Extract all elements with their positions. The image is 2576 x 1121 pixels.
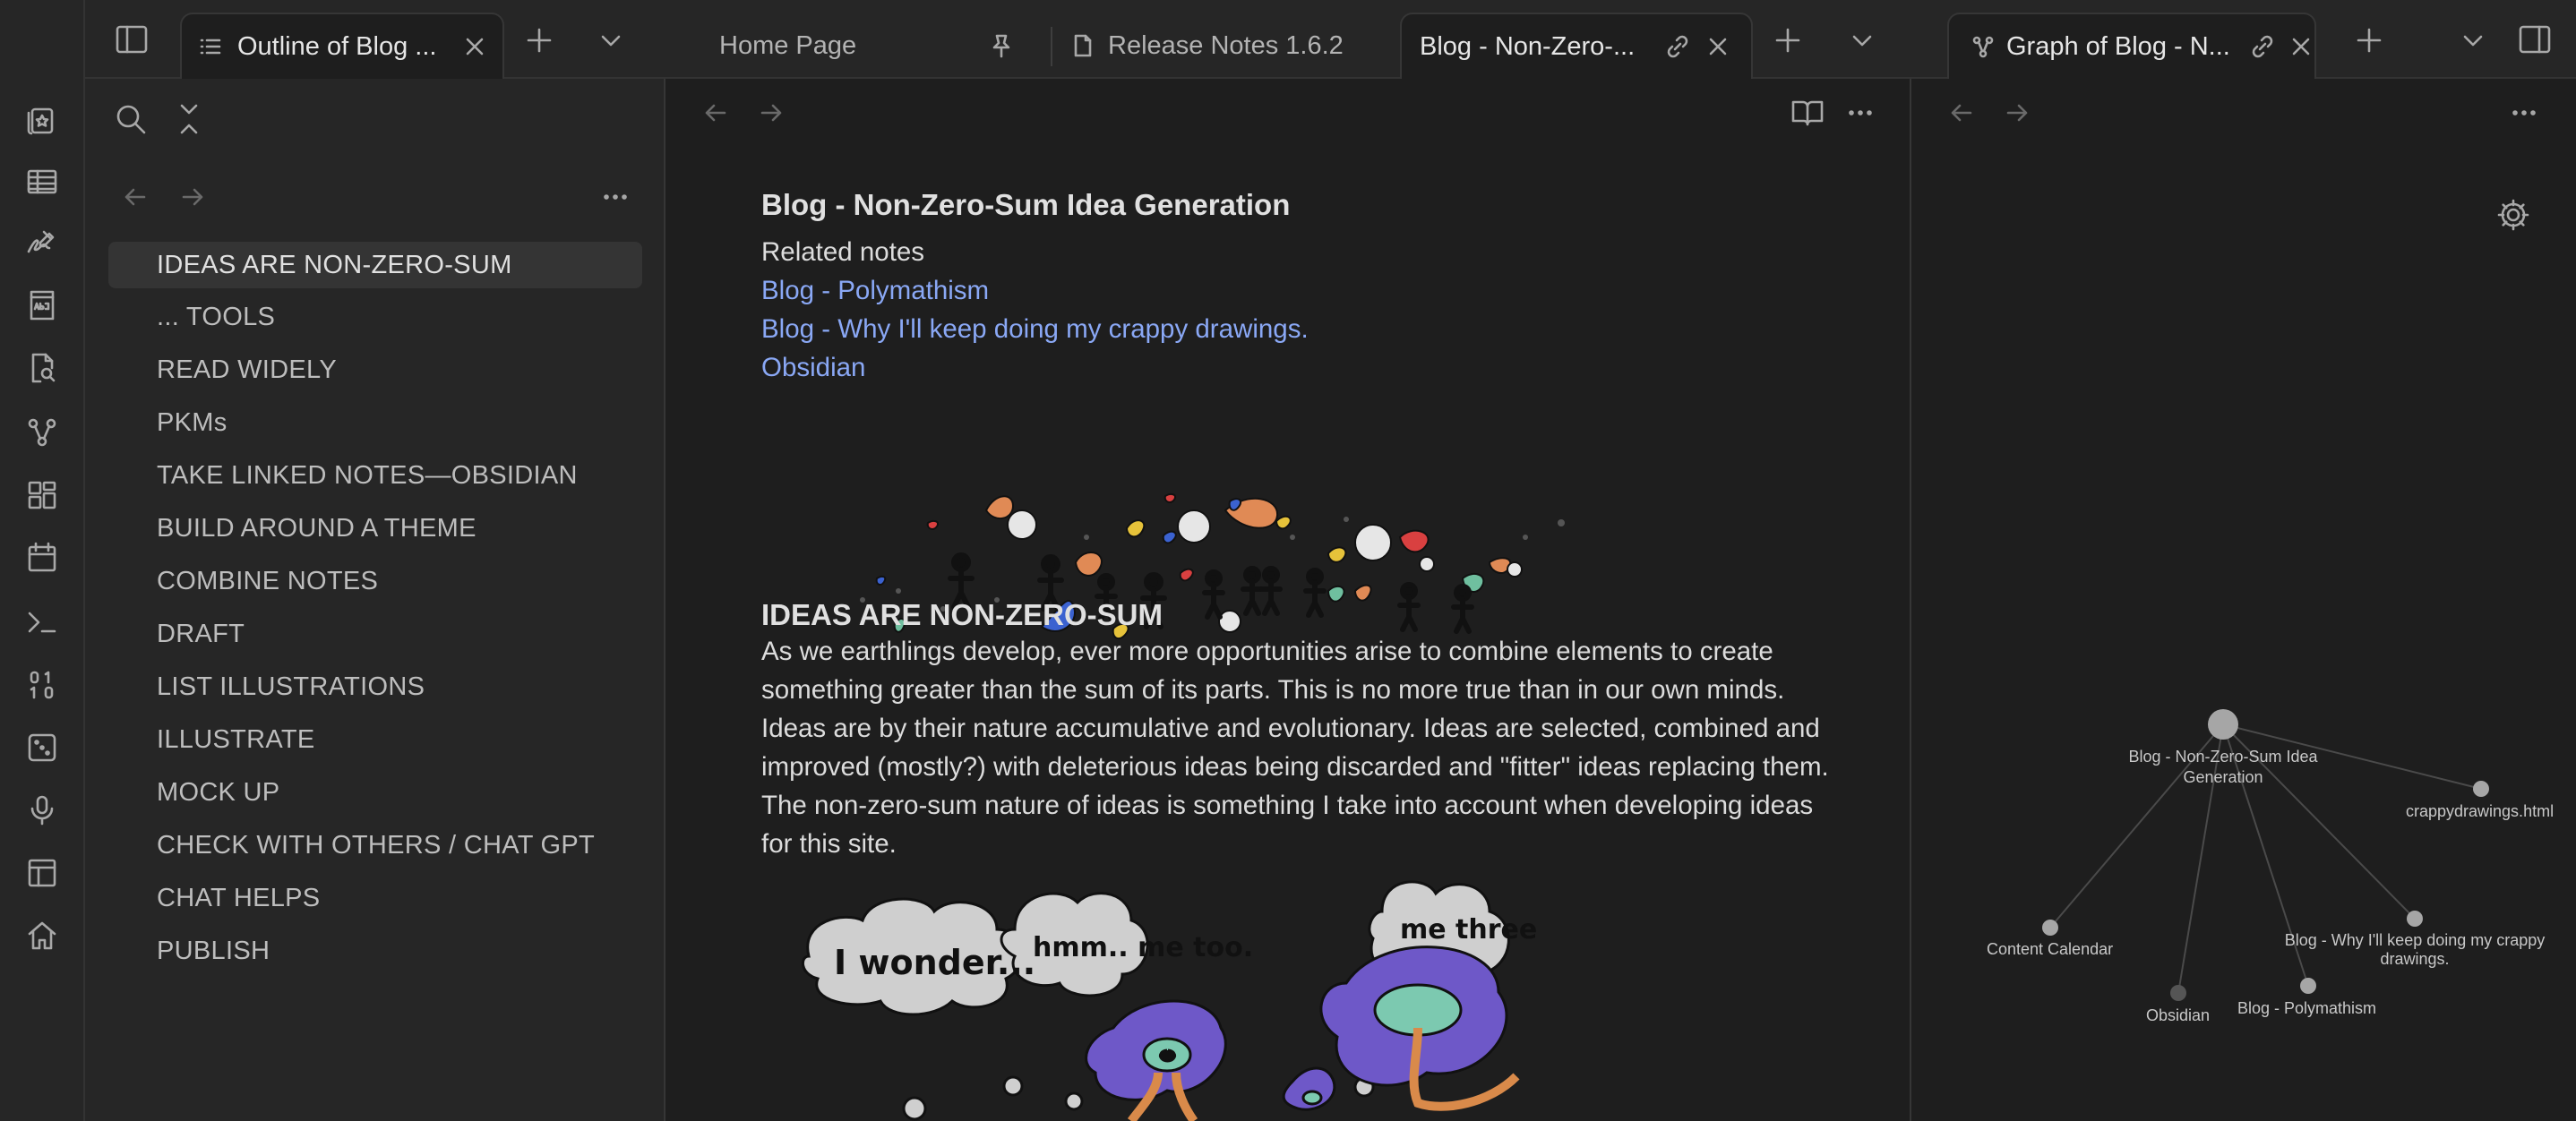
list-icon (198, 34, 223, 59)
cards-icon[interactable] (21, 100, 63, 141)
tab-blog-non-zero[interactable]: Blog - Non-Zero-... (1400, 13, 1753, 79)
more-options-icon[interactable] (1846, 98, 1875, 127)
terminal-icon[interactable] (21, 602, 63, 643)
outline-item[interactable]: CHAT HELPS (157, 884, 320, 913)
table-icon[interactable] (21, 161, 63, 202)
graph-icon[interactable] (21, 412, 63, 453)
link-icon[interactable] (2248, 32, 2277, 61)
related-link-polymathism[interactable]: Blog - Polymathism (761, 276, 989, 306)
bubble-text-3: me three (1400, 914, 1537, 946)
right-sidebar-toggle-icon[interactable] (2515, 20, 2555, 59)
outline-item[interactable]: CHECK WITH OTHERS / CHAT GPT (157, 831, 595, 860)
tab-divider (1051, 27, 1052, 66)
layout-icon[interactable] (21, 852, 63, 894)
link-icon[interactable] (1663, 32, 1692, 61)
outline-item[interactable]: MOCK UP (157, 778, 279, 808)
outline-item[interactable]: LIST ILLUSTRATIONS (157, 672, 425, 702)
close-icon[interactable] (1704, 33, 1731, 60)
brains-illustration: I wonder... hmm.. me too. me three (791, 876, 1758, 1121)
tab-graph[interactable]: Graph of Blog - N... (1947, 13, 2316, 79)
outline-item[interactable]: TAKE LINKED NOTES—OBSIDIAN (157, 461, 578, 491)
new-tab-icon[interactable] (524, 25, 554, 56)
tab-label: Graph of Blog - N... (2006, 31, 2230, 61)
outline-item[interactable]: PUBLISH (157, 937, 270, 966)
outline-item[interactable]: COMBINE NOTES (157, 567, 378, 596)
related-notes-label: Related notes (761, 237, 925, 267)
outline-item[interactable]: PKMs (157, 408, 228, 438)
forward-arrow-icon[interactable] (178, 183, 207, 211)
ribbon (0, 0, 85, 1121)
graph-node-current[interactable] (2208, 709, 2238, 740)
outline-item[interactable]: DRAFT (157, 620, 245, 649)
outline-item[interactable]: BUILD AROUND A THEME (157, 514, 477, 543)
file-search-icon[interactable] (21, 347, 63, 389)
outline-pane: IDEAS ARE NON-ZERO-SUM ... TOOLS READ WI… (85, 79, 665, 1121)
outline-item[interactable]: READ WIDELY (157, 355, 337, 385)
signature-icon[interactable] (21, 222, 63, 263)
binary-icon[interactable] (21, 664, 63, 706)
graph-node-why-drawings[interactable] (2407, 911, 2423, 927)
microphone-icon[interactable] (21, 790, 63, 831)
chevron-down-icon[interactable] (597, 27, 624, 54)
note-title: Blog - Non-Zero-Sum Idea Generation (761, 188, 1291, 221)
reading-view-icon[interactable] (1790, 97, 1825, 129)
bubble-text-1: I wonder... (834, 943, 1035, 982)
tab-label: Blog - Non-Zero-... (1420, 31, 1636, 61)
forward-arrow-icon[interactable] (757, 98, 786, 127)
dictionary-icon[interactable] (21, 285, 63, 326)
file-icon (1070, 33, 1095, 58)
graph-icon (1971, 34, 1996, 59)
graph-label-polymathism: Blog - Polymathism (2237, 999, 2377, 1017)
chevron-down-icon[interactable] (2460, 27, 2486, 54)
graph-node-polymathism[interactable] (2300, 978, 2316, 994)
graph-node-content-calendar[interactable] (2042, 920, 2058, 936)
calendar-icon[interactable] (21, 537, 63, 578)
dashboard-icon[interactable] (21, 475, 63, 516)
section-paragraph: As we earthlings develop, ever more oppo… (761, 637, 1829, 859)
collapse-all-icon[interactable] (175, 100, 203, 138)
tab-release-notes[interactable]: Release Notes 1.6.2 (1070, 13, 1420, 79)
back-arrow-icon[interactable] (701, 98, 730, 127)
chevron-down-icon[interactable] (1849, 27, 1876, 54)
left-tab-bar: Outline of Blog ... (85, 0, 665, 79)
graph-label-why-drawings: Blog - Why I'll keep doing my crappy dra… (2284, 931, 2546, 968)
right-tab-bar: Graph of Blog - N... (1911, 0, 2576, 79)
graph-node-crappydrawings[interactable] (2473, 781, 2489, 797)
note-pane: Blog - Non-Zero-Sum Idea Generation Rela… (665, 79, 1911, 1121)
more-options-icon[interactable] (601, 183, 630, 211)
outline-item[interactable]: ILLUSTRATE (157, 725, 315, 755)
graph-node-obsidian[interactable] (2170, 985, 2186, 1001)
graph-label-content-calendar: Content Calendar (1987, 940, 2114, 958)
outline-item[interactable]: ... TOOLS (157, 303, 275, 332)
tab-outline[interactable]: Outline of Blog ... (180, 13, 504, 79)
related-link-obsidian[interactable]: Obsidian (761, 353, 865, 383)
back-arrow-icon[interactable] (121, 183, 150, 211)
sidebar-toggle-icon[interactable] (112, 20, 151, 59)
search-icon[interactable] (112, 100, 150, 138)
graph-pane: Blog - Non-Zero-Sum Idea Generation crap… (1911, 79, 2576, 1121)
outline-item[interactable]: IDEAS ARE NON-ZERO-SUM (108, 242, 642, 288)
tab-label: Home Page (719, 30, 857, 60)
new-tab-icon[interactable] (1773, 25, 1803, 56)
graph-label-crappydrawings: crappydrawings.html (2406, 802, 2555, 820)
close-icon[interactable] (2288, 33, 2314, 60)
dice-icon[interactable] (21, 727, 63, 768)
section-heading: IDEAS ARE NON-ZERO-SUM (761, 598, 1163, 631)
tab-label: Outline of Blog ... (237, 31, 437, 61)
tab-home-page[interactable]: Home Page (719, 13, 1033, 79)
center-tab-bar: Home Page Release Notes 1.6.2 Blog - Non… (665, 0, 1911, 79)
tab-label: Release Notes 1.6.2 (1108, 30, 1344, 60)
new-tab-icon[interactable] (2354, 25, 2384, 56)
graph-label-current: Blog - Non-Zero-Sum Idea Generation (2128, 748, 2318, 786)
bubble-text-2: hmm.. me too. (1033, 932, 1253, 963)
home-icon[interactable] (21, 915, 63, 956)
related-link-crappy-drawings[interactable]: Blog - Why I'll keep doing my crappy dra… (761, 314, 1309, 345)
pin-icon[interactable] (988, 32, 1015, 59)
graph-label-obsidian: Obsidian (2146, 1006, 2211, 1024)
close-icon[interactable] (461, 33, 488, 60)
